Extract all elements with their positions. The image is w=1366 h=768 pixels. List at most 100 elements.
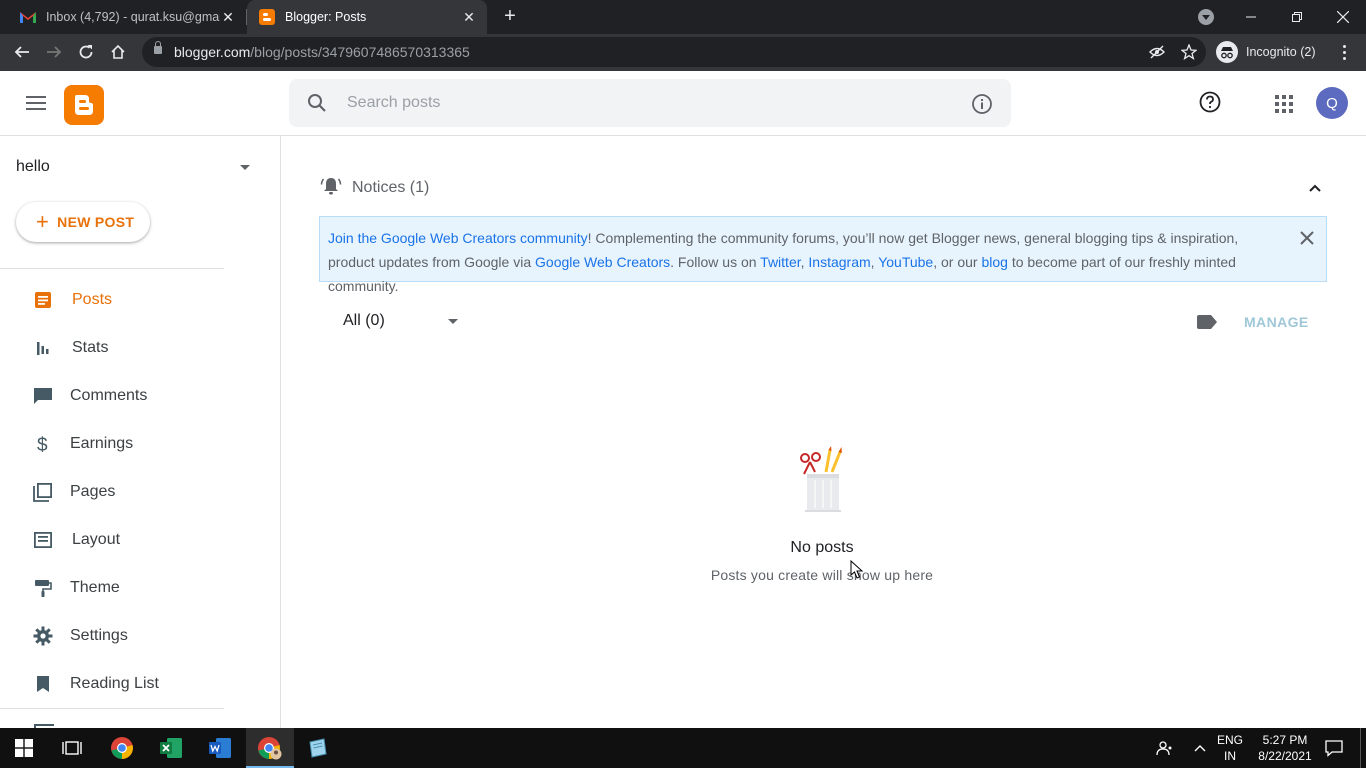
search-icon[interactable] (307, 93, 327, 118)
label-tag-icon[interactable] (1197, 315, 1217, 334)
pages-icon (33, 482, 53, 502)
sidebar-item-layout[interactable]: Layout (0, 520, 224, 560)
close-tab-icon[interactable]: ✕ (220, 9, 236, 26)
windows-taskbar: ENG IN 5:27 PM 8/22/2021 (0, 728, 1366, 768)
notices-header[interactable]: Notices (1) (320, 176, 429, 200)
sidebar-divider (0, 708, 224, 709)
clock-time: 5:27 PM (1262, 733, 1308, 747)
address-bar[interactable]: blogger.com/blog/posts/34796074865703133… (142, 37, 1206, 67)
sidebar-item-label: Stats (72, 339, 109, 356)
filter-label: All (0) (343, 312, 385, 329)
post-filter-dropdown[interactable]: All (0) (343, 312, 463, 334)
incognito-label: Incognito (2) (1246, 45, 1316, 59)
google-web-creators-link[interactable]: Google Web Creators (535, 254, 670, 270)
tab-title: Blogger: Posts (285, 10, 367, 24)
account-avatar[interactable]: Q (1316, 87, 1348, 119)
new-tab-icon[interactable]: + (498, 5, 522, 29)
eye-off-icon[interactable] (1148, 43, 1166, 61)
search-input[interactable] (347, 91, 947, 115)
hamburger-menu-icon[interactable] (26, 96, 46, 110)
blogger-logo[interactable] (64, 85, 104, 125)
lock-icon[interactable] (154, 41, 162, 54)
minimize-icon[interactable] (1228, 0, 1274, 34)
banner-text: . Follow us on (670, 254, 761, 270)
task-view-icon[interactable] (48, 728, 96, 768)
empty-state-title: No posts (790, 539, 854, 556)
close-window-icon[interactable] (1320, 0, 1366, 34)
notices-label: Notices (1) (352, 179, 430, 196)
tab-title: Inbox (4,792) - qurat.ksu@gmail.com (46, 10, 220, 24)
chevron-up-icon[interactable] (1188, 728, 1212, 768)
chrome-icon[interactable] (98, 728, 146, 768)
twitter-link[interactable]: Twitter (760, 254, 800, 270)
banner-text: , or our (933, 254, 982, 270)
sidebar-divider (0, 268, 224, 269)
url-path: /blog/posts/3479607486570313365 (250, 44, 470, 60)
chevron-down-icon (240, 165, 250, 170)
svg-text:$: $ (37, 435, 48, 454)
notepad-icon[interactable] (294, 728, 342, 768)
show-desktop-button[interactable] (1360, 728, 1366, 768)
people-icon[interactable] (1152, 728, 1178, 768)
bookmark-star-icon[interactable] (1180, 43, 1198, 61)
new-post-button[interactable]: + NEW POST (16, 202, 150, 242)
input-language[interactable]: ENG IN (1212, 732, 1248, 764)
dollar-icon: $ (33, 434, 53, 456)
google-apps-icon[interactable] (1275, 95, 1293, 113)
back-icon[interactable] (9, 39, 35, 65)
blogger-icon (259, 9, 275, 25)
tab-blogger[interactable]: Blogger: Posts ✕ (247, 0, 487, 34)
close-tab-icon[interactable]: ✕ (461, 9, 477, 26)
sidebar-item-label: Posts (72, 291, 113, 308)
web-creators-link[interactable]: Join the Google Web Creators community (328, 230, 588, 246)
excel-icon[interactable] (147, 728, 195, 768)
empty-state-subtitle: Posts you create will show up here (710, 567, 934, 583)
close-icon[interactable] (1300, 228, 1314, 252)
home-icon[interactable] (105, 39, 131, 65)
layout-icon (33, 530, 53, 550)
sidebar-item-theme[interactable]: Theme (0, 568, 224, 608)
stats-icon (33, 338, 53, 358)
notifications-icon[interactable] (1320, 728, 1348, 768)
sidebar-item-label: Earnings (70, 435, 134, 452)
word-icon[interactable] (196, 728, 244, 768)
youtube-link[interactable]: YouTube (878, 254, 933, 270)
help-icon[interactable] (1199, 91, 1221, 118)
bookmark-icon (33, 674, 53, 694)
sidebar-item-posts[interactable]: Posts (0, 280, 224, 320)
comments-icon (33, 386, 53, 406)
sidebar-item-label: Theme (70, 579, 120, 596)
clock-date: 8/22/2021 (1258, 749, 1312, 763)
sidebar-item-earnings[interactable]: $ Earnings (0, 424, 224, 464)
sidebar-item-stats[interactable]: Stats (0, 328, 224, 368)
sidebar-item-comments[interactable]: Comments (0, 376, 224, 416)
sidebar-item-settings[interactable]: Settings (0, 616, 224, 656)
tab-gmail[interactable]: Inbox (4,792) - qurat.ksu@gmail.com ✕ (0, 0, 246, 34)
sidebar-item-pages[interactable]: Pages (0, 472, 224, 512)
instagram-link[interactable]: Instagram (808, 254, 870, 270)
empty-posts-illustration (795, 444, 851, 519)
browser-tabstrip: Inbox (4,792) - qurat.ksu@gmail.com ✕ Bl… (0, 0, 1366, 34)
system-clock[interactable]: 5:27 PM 8/22/2021 (1254, 732, 1316, 764)
chevron-up-icon[interactable] (1308, 180, 1322, 198)
main-content: Notices (1) Join the Google Web Creators… (282, 136, 1366, 728)
tab-search-icon[interactable] (1198, 9, 1214, 25)
reload-icon[interactable] (73, 39, 99, 65)
sidebar: hello + NEW POST Posts Stats Comments $ … (0, 136, 281, 728)
app-header: Q (0, 71, 1366, 136)
chrome-incognito-icon[interactable] (246, 728, 294, 768)
windows-start-icon[interactable] (0, 728, 48, 768)
blog-selector[interactable]: hello (16, 158, 256, 178)
forward-icon[interactable] (41, 39, 67, 65)
blog-link[interactable]: blog (981, 254, 1007, 270)
lang-line2: IN (1224, 749, 1236, 763)
browser-menu-icon[interactable] (1334, 39, 1354, 65)
manage-button[interactable]: MANAGE (1244, 314, 1309, 330)
new-post-label: NEW POST (57, 214, 135, 230)
incognito-badge[interactable]: Incognito (2) (1216, 39, 1315, 65)
plus-icon: + (36, 209, 50, 234)
url-host: blogger.com (174, 44, 251, 60)
restore-icon[interactable] (1274, 0, 1320, 34)
info-icon[interactable] (971, 93, 993, 120)
sidebar-item-reading-list[interactable]: Reading List (0, 664, 224, 704)
